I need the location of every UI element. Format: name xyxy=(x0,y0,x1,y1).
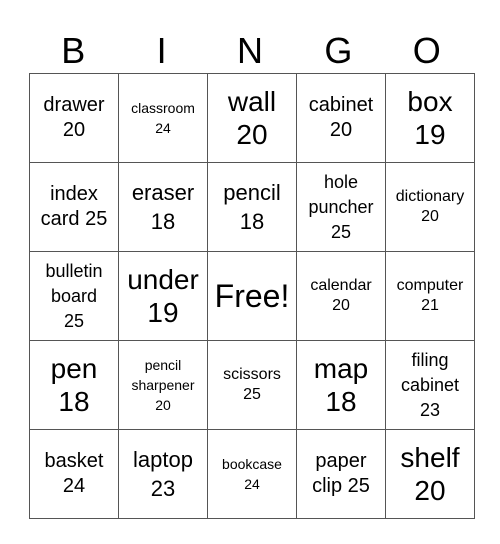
bingo-cell-text: filing cabinet 23 xyxy=(400,349,460,420)
bingo-row: pen 18 pencil sharpener 20 scissors 25 map … xyxy=(29,340,475,430)
bingo-cell-text: scissors 25 xyxy=(223,366,281,403)
bingo-cell-text: map 18 xyxy=(313,353,369,417)
bingo-cell-text: paper clip 25 xyxy=(312,450,370,497)
bingo-cell-text: calendar 20 xyxy=(310,277,372,314)
bingo-cell-text: basket 24 xyxy=(44,450,104,497)
bingo-cell[interactable]: filing cabinet 23 xyxy=(385,340,475,430)
bingo-cell[interactable]: classroom 24 xyxy=(118,73,208,163)
header-letter-n: N xyxy=(236,30,263,71)
bingo-cell[interactable]: pencil sharpener 20 xyxy=(118,340,208,430)
bingo-cell-text: laptop 23 xyxy=(133,447,193,501)
bingo-cell[interactable]: pencil 18 xyxy=(207,162,297,252)
bingo-header: B I N G O xyxy=(29,28,471,73)
bingo-cell[interactable]: index card 25 xyxy=(29,162,119,252)
bingo-cell-text: pencil 18 xyxy=(223,180,281,234)
bingo-cell[interactable]: under 19 xyxy=(118,251,208,341)
bingo-cell[interactable]: dictionary 20 xyxy=(385,162,475,252)
bingo-cell[interactable]: map 18 xyxy=(296,340,386,430)
bingo-row: drawer 20 classroom 24 wall 20 cabinet 20 bo… xyxy=(29,73,475,163)
bingo-cell[interactable]: cabinet 20 xyxy=(296,73,386,163)
bingo-cell[interactable]: shelf 20 xyxy=(385,429,475,519)
bingo-cell-text: bulletin board 25 xyxy=(45,260,103,331)
bingo-cell-text: index card 25 xyxy=(40,183,108,230)
bingo-cell-text: classroom 24 xyxy=(131,100,195,136)
bingo-cell-text: pen 18 xyxy=(50,353,98,417)
bingo-cell[interactable]: calendar 20 xyxy=(296,251,386,341)
bingo-cell[interactable]: paper clip 25 xyxy=(296,429,386,519)
bingo-cell[interactable]: drawer 20 xyxy=(29,73,119,163)
bingo-cell[interactable]: eraser 18 xyxy=(118,162,208,252)
bingo-cell[interactable]: bulletin board 25 xyxy=(29,251,119,341)
bingo-row: index card 25 eraser 18 pencil 18 hole punc… xyxy=(29,162,475,252)
bingo-cell-text: cabinet 20 xyxy=(308,94,374,141)
bingo-cell[interactable]: laptop 23 xyxy=(118,429,208,519)
bingo-cell[interactable]: computer 21 xyxy=(385,251,475,341)
bingo-cell-text: drawer 20 xyxy=(43,94,105,141)
bingo-grid: drawer 20 classroom 24 wall 20 cabinet 20 bo… xyxy=(29,73,475,519)
bingo-cell[interactable]: wall 20 xyxy=(207,73,297,163)
bingo-cell[interactable]: box 19 xyxy=(385,73,475,163)
bingo-cell[interactable]: bookcase 24 xyxy=(207,429,297,519)
bingo-cell-text: computer 21 xyxy=(396,277,464,314)
header-letter-o: O xyxy=(412,30,441,71)
bingo-cell-text: box 19 xyxy=(407,86,453,150)
bingo-row: basket 24 laptop 23 bookcase 24 paper clip … xyxy=(29,429,475,519)
bingo-cell[interactable]: basket 24 xyxy=(29,429,119,519)
bingo-cell[interactable]: hole puncher 25 xyxy=(296,162,386,252)
bingo-cell-text: shelf 20 xyxy=(400,442,460,506)
bingo-cell-text: dictionary 20 xyxy=(395,188,465,225)
bingo-cell[interactable]: scissors 25 xyxy=(207,340,297,430)
header-letter-b: B xyxy=(61,30,86,71)
bingo-cell-text: eraser 18 xyxy=(131,180,195,234)
bingo-cell-text: bookcase 24 xyxy=(222,456,282,492)
bingo-cell[interactable]: pen 18 xyxy=(29,340,119,430)
header-letter-i: I xyxy=(156,30,167,71)
bingo-cell[interactable]: Free! xyxy=(207,251,297,341)
bingo-row: bulletin board 25 under 19 Free! calendar 2… xyxy=(29,251,475,341)
bingo-cell-text: Free! xyxy=(214,278,290,314)
bingo-cell-text: under 19 xyxy=(127,264,199,328)
header-letter-g: G xyxy=(324,30,353,71)
bingo-cell-text: wall 20 xyxy=(227,86,277,150)
bingo-cell-text: hole puncher 25 xyxy=(308,171,374,242)
bingo-cell-text: pencil sharpener 20 xyxy=(131,357,195,413)
